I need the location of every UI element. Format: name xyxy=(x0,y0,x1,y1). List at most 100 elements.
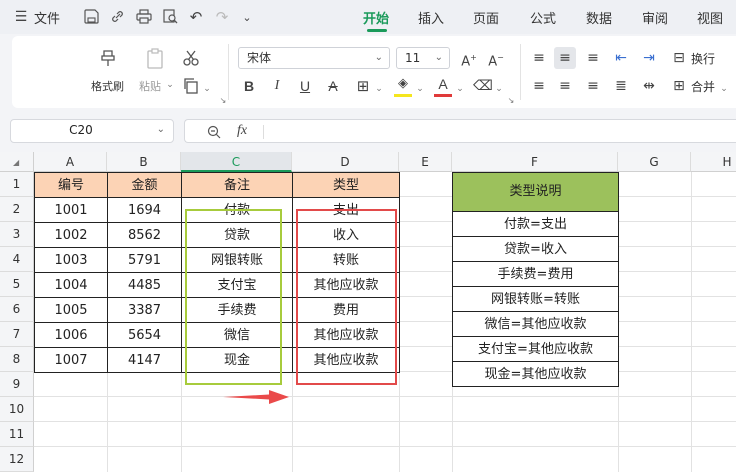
justify-icon[interactable]: ≣ xyxy=(610,75,632,97)
row-header-8[interactable]: 8 xyxy=(0,347,34,372)
align-center-icon[interactable]: ≡ xyxy=(554,75,576,97)
tab-home[interactable]: 开始 xyxy=(363,8,389,27)
strikethrough-icon[interactable]: A xyxy=(322,75,344,97)
decrease-font-icon[interactable]: A− xyxy=(485,47,507,69)
select-all-corner[interactable]: ◢ xyxy=(0,152,34,172)
row-header-3[interactable]: 3 xyxy=(0,222,34,247)
font-size-select[interactable]: 11 ⌄ xyxy=(396,47,450,69)
legend-header[interactable]: 类型说明 xyxy=(452,172,619,212)
file-menu[interactable]: 文件 xyxy=(34,8,60,27)
hamburger-icon[interactable]: ☰ xyxy=(14,9,28,25)
borders-icon[interactable]: ⊞ xyxy=(352,75,374,97)
cell-a2[interactable]: 1001 xyxy=(34,197,108,223)
link-icon[interactable] xyxy=(110,9,125,24)
decrease-indent-icon[interactable]: ⇤ xyxy=(610,47,632,69)
column-header-h[interactable]: H xyxy=(691,152,736,172)
quick-access-more-icon[interactable]: ⌄ xyxy=(240,8,254,26)
paste-icon[interactable] xyxy=(145,48,165,70)
italic-icon[interactable]: I xyxy=(266,75,288,97)
align-left-icon[interactable]: ≡ xyxy=(528,75,550,97)
tab-page[interactable]: 页面 xyxy=(473,8,499,27)
tab-formula[interactable]: 公式 xyxy=(530,8,556,27)
print-preview-icon[interactable] xyxy=(162,9,178,24)
header-cell-amount[interactable]: 金额 xyxy=(107,172,182,198)
row-header-2[interactable]: 2 xyxy=(0,197,34,222)
column-header-c[interactable]: C xyxy=(181,152,292,172)
cell-a7[interactable]: 1006 xyxy=(34,322,108,348)
undo-icon[interactable]: ↶ xyxy=(188,8,204,26)
cell-a5[interactable]: 1004 xyxy=(34,272,108,298)
copy-icon[interactable] xyxy=(182,77,200,95)
row-header-11[interactable]: 11 xyxy=(0,422,34,447)
tab-view[interactable]: 视图 xyxy=(697,8,723,27)
font-color-icon[interactable]: A xyxy=(432,73,454,95)
wrap-text-icon[interactable]: ⊟ xyxy=(668,47,690,69)
cell-b7[interactable]: 5654 xyxy=(107,322,182,348)
row-header-4[interactable]: 4 xyxy=(0,247,34,272)
cell-a6[interactable]: 1005 xyxy=(34,297,108,323)
header-cell-note[interactable]: 备注 xyxy=(181,172,293,198)
row-header-12[interactable]: 12 xyxy=(0,447,34,472)
eraser-dropdown-icon[interactable]: ⌄ xyxy=(494,78,504,100)
row-header-9[interactable]: 9 xyxy=(0,372,34,397)
legend-item[interactable]: 现金=其他应收款 xyxy=(452,361,619,387)
row-header-5[interactable]: 5 xyxy=(0,272,34,297)
cell-a4[interactable]: 1003 xyxy=(34,247,108,273)
redo-icon[interactable]: ↷ xyxy=(214,8,230,26)
fx-icon[interactable]: fx xyxy=(237,123,247,139)
row-header-1[interactable]: 1 xyxy=(0,172,34,197)
name-box[interactable]: C20 ⌄ xyxy=(10,119,174,143)
cut-icon[interactable] xyxy=(182,49,200,67)
row-header-6[interactable]: 6 xyxy=(0,297,34,322)
font-launcher-icon[interactable]: ↘ xyxy=(506,96,516,106)
bold-icon[interactable]: B xyxy=(238,75,260,97)
clipboard-launcher-icon[interactable]: ↘ xyxy=(218,96,228,106)
cell-a3[interactable]: 1002 xyxy=(34,222,108,248)
column-header-e[interactable]: E xyxy=(399,152,452,172)
header-cell-type[interactable]: 类型 xyxy=(292,172,400,198)
align-middle-icon[interactable]: ≡ xyxy=(554,47,576,69)
cell-b8[interactable]: 4147 xyxy=(107,347,182,373)
cell-b6[interactable]: 3387 xyxy=(107,297,182,323)
legend-item[interactable]: 贷款=收入 xyxy=(452,236,619,262)
font-name-select[interactable]: 宋体 ⌄ xyxy=(238,47,390,69)
align-bottom-icon[interactable]: ≡ xyxy=(582,47,604,69)
paste-button[interactable]: 粘贴 xyxy=(139,78,161,94)
legend-item[interactable]: 手续费=费用 xyxy=(452,261,619,287)
merge-dropdown-icon[interactable]: ⌄ xyxy=(719,78,729,100)
cell-b5[interactable]: 4485 xyxy=(107,272,182,298)
font-color-dropdown-icon[interactable]: ⌄ xyxy=(455,78,465,100)
column-header-g[interactable]: G xyxy=(618,152,691,172)
fill-color-icon[interactable]: ◈ xyxy=(392,73,414,95)
distributed-icon[interactable]: ⇹ xyxy=(638,75,660,97)
header-cell-id[interactable]: 编号 xyxy=(34,172,108,198)
eraser-icon[interactable]: ⌫ xyxy=(472,75,494,97)
wrap-text-button[interactable]: 换行 xyxy=(691,50,715,67)
cell-b3[interactable]: 8562 xyxy=(107,222,182,248)
copy-dropdown-icon[interactable]: ⌄ xyxy=(202,82,212,96)
legend-item[interactable]: 网银转账=转账 xyxy=(452,286,619,312)
print-icon[interactable] xyxy=(136,9,152,24)
legend-item[interactable]: 支付宝=其他应收款 xyxy=(452,336,619,362)
format-painter-icon[interactable] xyxy=(98,48,118,68)
tab-insert[interactable]: 插入 xyxy=(418,8,444,27)
legend-item[interactable]: 微信=其他应收款 xyxy=(452,311,619,337)
fill-color-dropdown-icon[interactable]: ⌄ xyxy=(415,78,425,100)
tab-data[interactable]: 数据 xyxy=(586,8,612,27)
column-header-d[interactable]: D xyxy=(292,152,399,172)
increase-indent-icon[interactable]: ⇥ xyxy=(638,47,660,69)
formula-input[interactable]: fx xyxy=(184,119,736,143)
borders-dropdown-icon[interactable]: ⌄ xyxy=(374,78,384,100)
zoom-search-icon[interactable] xyxy=(207,125,221,139)
legend-item[interactable]: 付款=支出 xyxy=(452,211,619,237)
cell-a8[interactable]: 1007 xyxy=(34,347,108,373)
increase-font-icon[interactable]: A+ xyxy=(458,47,480,69)
row-header-10[interactable]: 10 xyxy=(0,397,34,422)
align-top-icon[interactable]: ≡ xyxy=(528,47,550,69)
column-header-f[interactable]: F xyxy=(452,152,618,172)
column-header-b[interactable]: B xyxy=(107,152,181,172)
column-header-a[interactable]: A xyxy=(34,152,107,172)
row-header-7[interactable]: 7 xyxy=(0,322,34,347)
paste-dropdown-icon[interactable]: ⌄ xyxy=(165,78,175,92)
tab-review[interactable]: 审阅 xyxy=(642,8,668,27)
